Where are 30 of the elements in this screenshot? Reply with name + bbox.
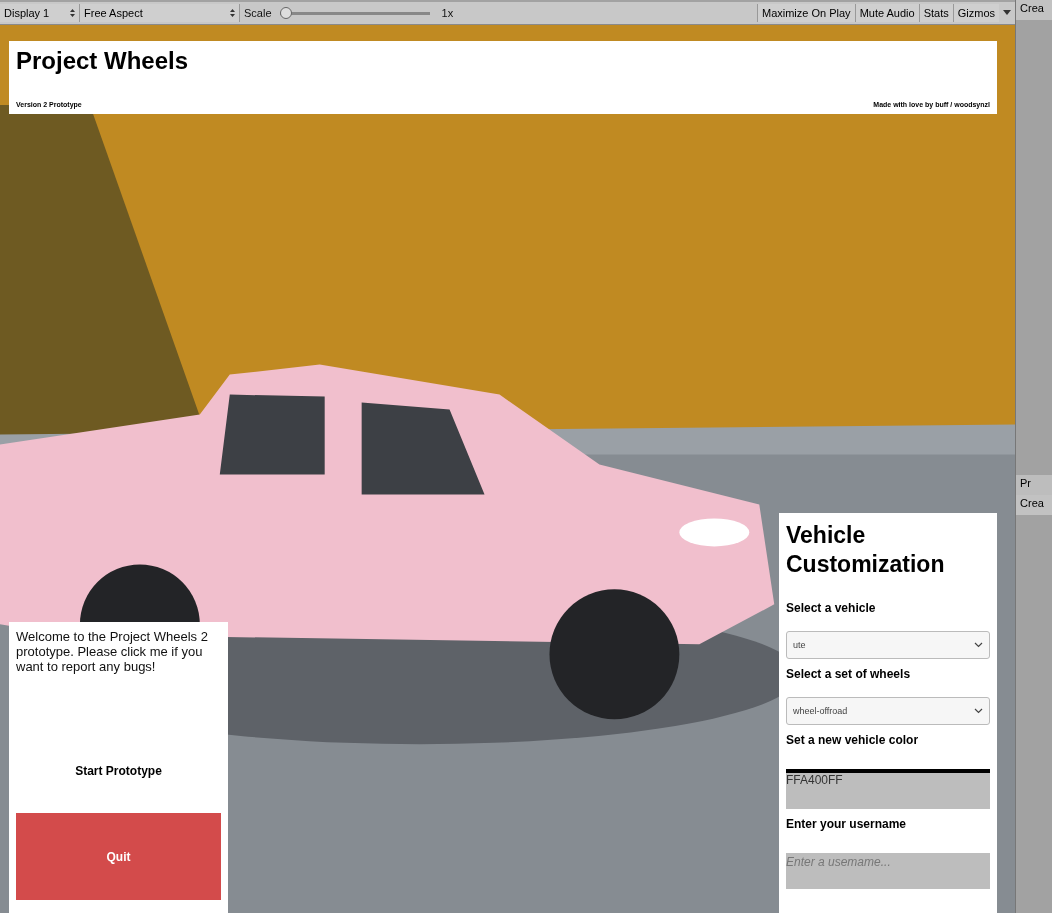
scale-reading: 1x — [440, 7, 455, 19]
bug-report-link[interactable]: Welcome to the Project Wheels 2 prototype. Please click me if you want to report any bugs! — [16, 629, 221, 674]
start-button[interactable]: Start Prototype — [16, 756, 221, 786]
color-input-field[interactable]: FFA400FF — [786, 769, 990, 809]
display-dropdown[interactable]: Display 1 — [0, 4, 80, 22]
toolbar-button[interactable]: Gizmos — [952, 4, 1000, 22]
toolbar-button[interactable]: Maximize On Play — [757, 4, 855, 22]
create-button[interactable]: Crea — [1016, 0, 1052, 20]
field-label: Set a new vehicle color — [786, 733, 920, 747]
quit-button[interactable]: Quit — [16, 813, 221, 900]
toolbar-button[interactable]: Mute Audio — [854, 4, 919, 22]
field-label: Enter your username — [786, 817, 908, 831]
scale-slider[interactable] — [279, 7, 430, 19]
scale-label: Scale — [243, 7, 273, 19]
toolbar-button[interactable]: Stats — [918, 4, 953, 22]
username-field[interactable]: Enter a usemame... — [786, 853, 990, 889]
field-label: Select a vehicle — [786, 601, 877, 615]
up-down-arrows-icon — [70, 9, 75, 17]
app-title: Project Wheels — [16, 47, 190, 75]
up-down-arrows-icon — [230, 9, 235, 17]
dropdown[interactable]: wheel-offroad — [786, 697, 990, 725]
panel-title: Vehicle Customization — [786, 521, 946, 579]
dropdown[interactable]: ute — [786, 631, 990, 659]
chevron-down-icon — [974, 642, 983, 648]
slider-thumb[interactable] — [279, 7, 292, 19]
project-tab[interactable]: Pr — [1016, 475, 1052, 495]
aspect-dropdown[interactable]: Free Aspect — [80, 4, 240, 22]
field-label: Select a set of wheels — [786, 667, 912, 681]
chevron-down-icon — [974, 708, 983, 714]
create-button[interactable]: Crea — [1016, 495, 1052, 515]
